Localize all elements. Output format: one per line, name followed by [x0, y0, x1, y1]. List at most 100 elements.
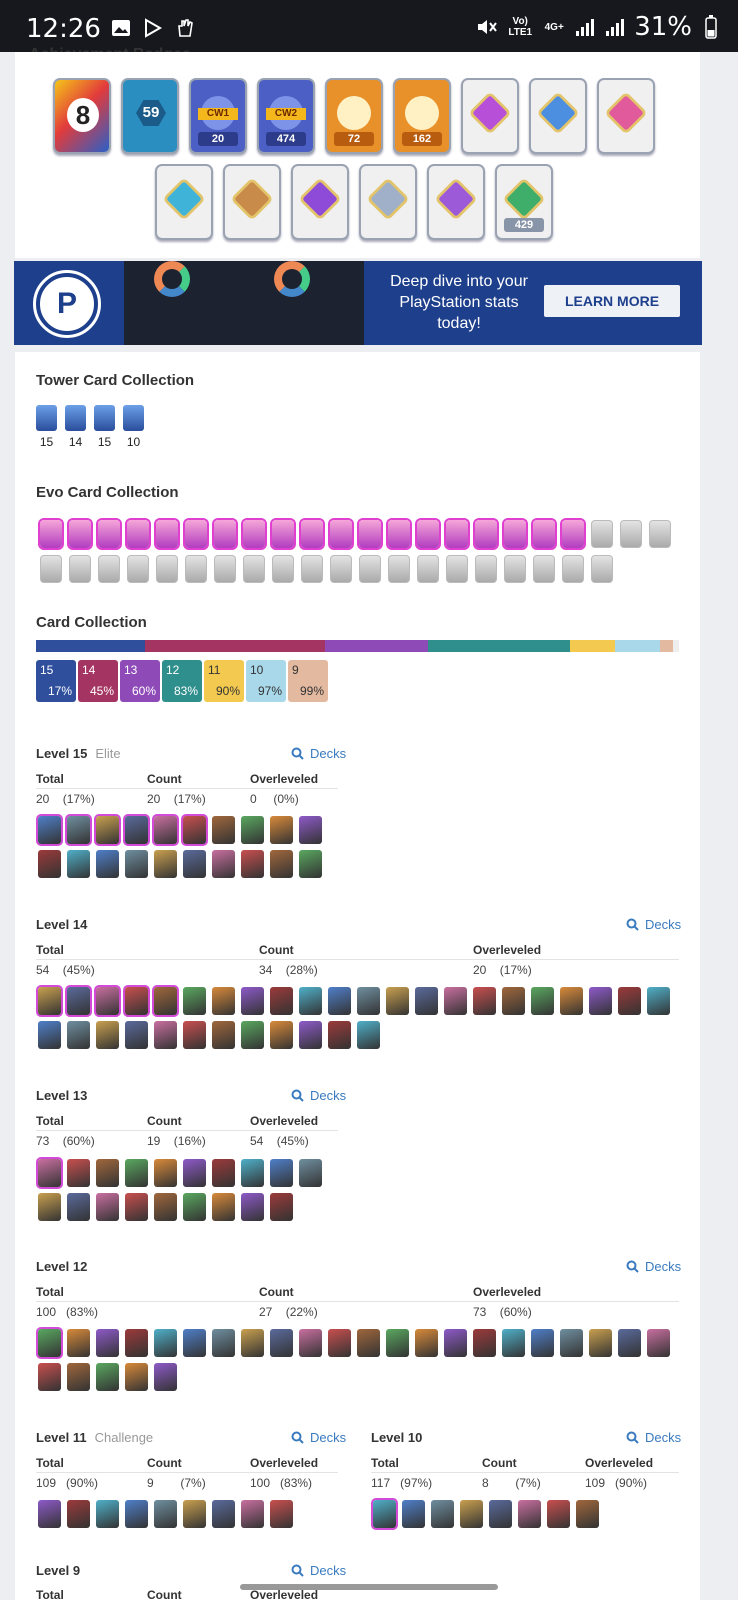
- level12-decks-link[interactable]: Decks: [626, 1259, 681, 1274]
- evo-card-unlocked[interactable]: [330, 520, 352, 548]
- evo-card-locked[interactable]: [417, 555, 439, 583]
- card-icon[interactable]: [460, 1500, 483, 1528]
- card-icon[interactable]: [154, 987, 177, 1015]
- card-icon[interactable]: [241, 987, 264, 1015]
- evo-card-locked[interactable]: [591, 555, 613, 583]
- card-icon[interactable]: [270, 1021, 293, 1049]
- card-icon[interactable]: [96, 1021, 119, 1049]
- card-icon[interactable]: [402, 1500, 425, 1528]
- card-icon[interactable]: [125, 1193, 148, 1221]
- evo-card-locked[interactable]: [301, 555, 323, 583]
- card-icon[interactable]: [96, 1363, 119, 1391]
- level15-decks-link[interactable]: Decks: [291, 746, 346, 761]
- card-icon[interactable]: [241, 1193, 264, 1221]
- card-icon[interactable]: [183, 1193, 206, 1221]
- card-icon[interactable]: [96, 1500, 119, 1528]
- evo-card-locked[interactable]: [156, 555, 178, 583]
- card-icon[interactable]: [560, 987, 583, 1015]
- evo-card-locked[interactable]: [359, 555, 381, 583]
- card-icon[interactable]: [270, 1193, 293, 1221]
- card-icon[interactable]: [38, 1193, 61, 1221]
- badge-crown[interactable]: 162: [393, 78, 451, 154]
- card-icon[interactable]: [154, 1193, 177, 1221]
- card-icon[interactable]: [502, 1329, 525, 1357]
- card-icon[interactable]: [473, 1329, 496, 1357]
- level11-decks-link[interactable]: Decks: [291, 1430, 346, 1445]
- badge-medal-purple[interactable]: [461, 78, 519, 154]
- card-icon[interactable]: [96, 816, 119, 844]
- level9-decks-link[interactable]: Decks: [291, 1563, 346, 1578]
- evo-card-locked[interactable]: [69, 555, 91, 583]
- evo-card-unlocked[interactable]: [185, 520, 207, 548]
- card-icon[interactable]: [386, 1329, 409, 1357]
- card-icon[interactable]: [125, 1329, 148, 1357]
- evo-card-unlocked[interactable]: [504, 520, 526, 548]
- card-icon[interactable]: [154, 850, 177, 878]
- badge-cw2[interactable]: CW2 474: [257, 78, 315, 154]
- tower-card[interactable]: 15: [36, 405, 57, 449]
- card-icon[interactable]: [431, 1500, 454, 1528]
- badge-medal-king[interactable]: [223, 164, 281, 240]
- card-icon[interactable]: [502, 987, 525, 1015]
- evo-card-unlocked[interactable]: [533, 520, 555, 548]
- card-icon[interactable]: [67, 1363, 90, 1391]
- card-icon[interactable]: [647, 1329, 670, 1357]
- evo-card-locked[interactable]: [591, 520, 613, 548]
- evo-card-locked[interactable]: [649, 520, 671, 548]
- badge-medal-pink[interactable]: [597, 78, 655, 154]
- card-icon[interactable]: [212, 1159, 235, 1187]
- card-icon[interactable]: [589, 987, 612, 1015]
- card-icon[interactable]: [270, 987, 293, 1015]
- card-icon[interactable]: [415, 987, 438, 1015]
- card-icon[interactable]: [270, 1159, 293, 1187]
- evo-card-locked[interactable]: [388, 555, 410, 583]
- gesture-nav-handle[interactable]: [240, 1584, 498, 1590]
- evo-card-locked[interactable]: [40, 555, 62, 583]
- card-icon[interactable]: [67, 1500, 90, 1528]
- evo-card-locked[interactable]: [127, 555, 149, 583]
- card-icon[interactable]: [299, 1021, 322, 1049]
- evo-card-unlocked[interactable]: [417, 520, 439, 548]
- card-icon[interactable]: [647, 987, 670, 1015]
- level13-decks-link[interactable]: Decks: [291, 1088, 346, 1103]
- card-icon[interactable]: [183, 987, 206, 1015]
- badge-years[interactable]: 8: [53, 78, 111, 154]
- card-icon[interactable]: [270, 1329, 293, 1357]
- card-icon[interactable]: [518, 1500, 541, 1528]
- card-icon[interactable]: [576, 1500, 599, 1528]
- card-icon[interactable]: [212, 1500, 235, 1528]
- evo-card-unlocked[interactable]: [301, 520, 323, 548]
- card-icon[interactable]: [473, 987, 496, 1015]
- evo-card-unlocked[interactable]: [98, 520, 120, 548]
- evo-card-unlocked[interactable]: [475, 520, 497, 548]
- card-icon[interactable]: [531, 987, 554, 1015]
- card-icon[interactable]: [125, 816, 148, 844]
- evo-card-locked[interactable]: [533, 555, 555, 583]
- card-icon[interactable]: [560, 1329, 583, 1357]
- card-icon[interactable]: [357, 1329, 380, 1357]
- card-icon[interactable]: [96, 987, 119, 1015]
- card-icon[interactable]: [299, 850, 322, 878]
- evo-card-unlocked[interactable]: [359, 520, 381, 548]
- level-box-14[interactable]: 14 45%: [78, 660, 118, 702]
- evo-card-unlocked[interactable]: [243, 520, 265, 548]
- card-icon[interactable]: [444, 1329, 467, 1357]
- card-icon[interactable]: [154, 1159, 177, 1187]
- evo-card-locked[interactable]: [504, 555, 526, 583]
- badge-level[interactable]: 59: [121, 78, 179, 154]
- card-icon[interactable]: [154, 1363, 177, 1391]
- card-icon[interactable]: [38, 987, 61, 1015]
- card-icon[interactable]: [125, 1159, 148, 1187]
- card-icon[interactable]: [241, 1159, 264, 1187]
- evo-card-unlocked[interactable]: [40, 520, 62, 548]
- card-icon[interactable]: [38, 1363, 61, 1391]
- card-icon[interactable]: [38, 1021, 61, 1049]
- level-box-13[interactable]: 13 60%: [120, 660, 160, 702]
- card-icon[interactable]: [241, 1021, 264, 1049]
- card-icon[interactable]: [38, 1329, 61, 1357]
- card-icon[interactable]: [125, 1363, 148, 1391]
- card-icon[interactable]: [67, 1021, 90, 1049]
- card-icon[interactable]: [373, 1500, 396, 1528]
- card-icon[interactable]: [96, 1159, 119, 1187]
- evo-card-locked[interactable]: [98, 555, 120, 583]
